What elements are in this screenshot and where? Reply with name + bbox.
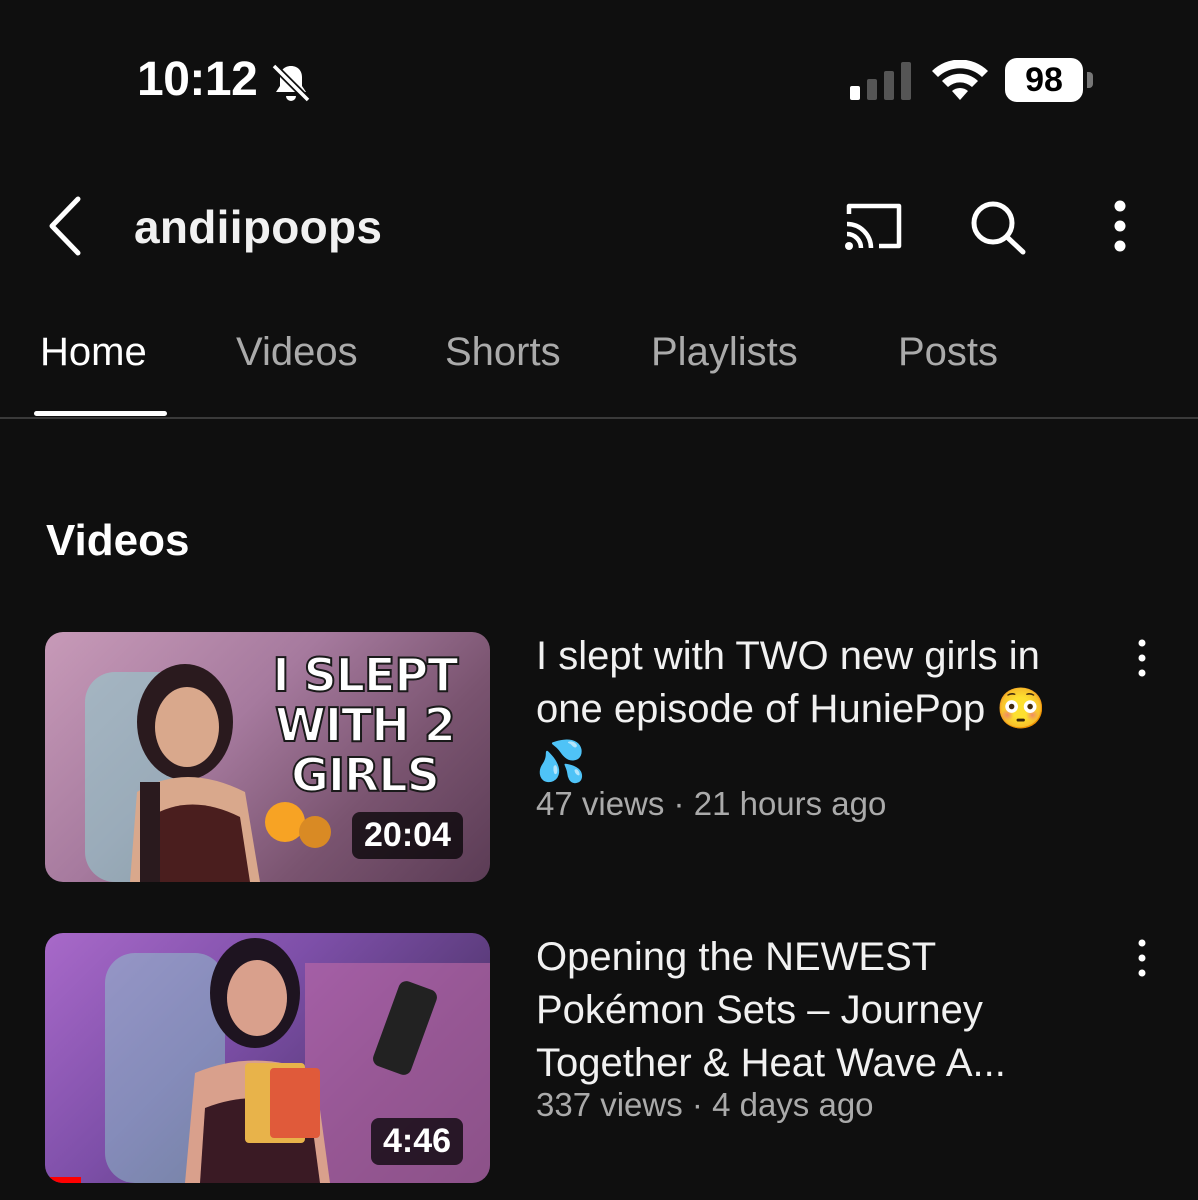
tab-playlists[interactable]: Playlists xyxy=(651,330,798,375)
video-menu-icon[interactable] xyxy=(1130,638,1154,678)
meta-separator: · xyxy=(664,785,694,822)
search-icon[interactable] xyxy=(968,198,1028,256)
tab-shorts[interactable]: Shorts xyxy=(445,330,561,375)
section-title: Videos xyxy=(46,516,190,565)
status-time: 10:12 xyxy=(137,53,258,106)
wifi-icon xyxy=(932,60,988,100)
meta-separator: · xyxy=(682,1086,713,1123)
video-menu-icon[interactable] xyxy=(1130,938,1154,978)
tab-posts[interactable]: Posts xyxy=(898,330,998,375)
battery-level: 98 xyxy=(1005,58,1083,102)
tab-divider xyxy=(0,417,1198,419)
back-icon[interactable] xyxy=(46,195,86,257)
battery-icon: 98 xyxy=(1005,58,1093,104)
cast-icon[interactable] xyxy=(843,200,905,252)
bell-muted-icon xyxy=(271,63,311,103)
channel-title: andiipoops xyxy=(134,201,383,253)
video-thumbnail[interactable]: I SLEPT WITH 2 GIRLS 20:04 xyxy=(45,632,490,882)
video-title[interactable]: I slept with TWO new girls in one episod… xyxy=(536,630,1096,789)
video-duration: 20:04 xyxy=(352,812,463,859)
tab-home[interactable]: Home xyxy=(40,330,147,375)
active-tab-indicator xyxy=(34,411,167,416)
video-views: 337 views xyxy=(536,1086,683,1123)
video-meta: 337 views · 4 days ago xyxy=(536,1086,874,1124)
video-title[interactable]: Opening the NEWEST Pokémon Sets – Journe… xyxy=(536,931,1096,1090)
watch-progress-bar xyxy=(45,1177,81,1183)
video-thumbnail[interactable]: 4:46 xyxy=(45,933,490,1183)
thumbnail-text: I SLEPT WITH 2 GIRLS xyxy=(271,648,459,802)
more-vertical-icon[interactable] xyxy=(1106,198,1134,254)
video-views: 47 views xyxy=(536,785,665,822)
video-duration: 4:46 xyxy=(371,1118,464,1165)
video-age: 21 hours ago xyxy=(693,785,887,822)
video-age: 4 days ago xyxy=(712,1086,874,1123)
tab-videos[interactable]: Videos xyxy=(236,330,358,375)
cellular-signal-icon xyxy=(850,62,911,100)
video-meta: 47 views · 21 hours ago xyxy=(536,785,886,823)
